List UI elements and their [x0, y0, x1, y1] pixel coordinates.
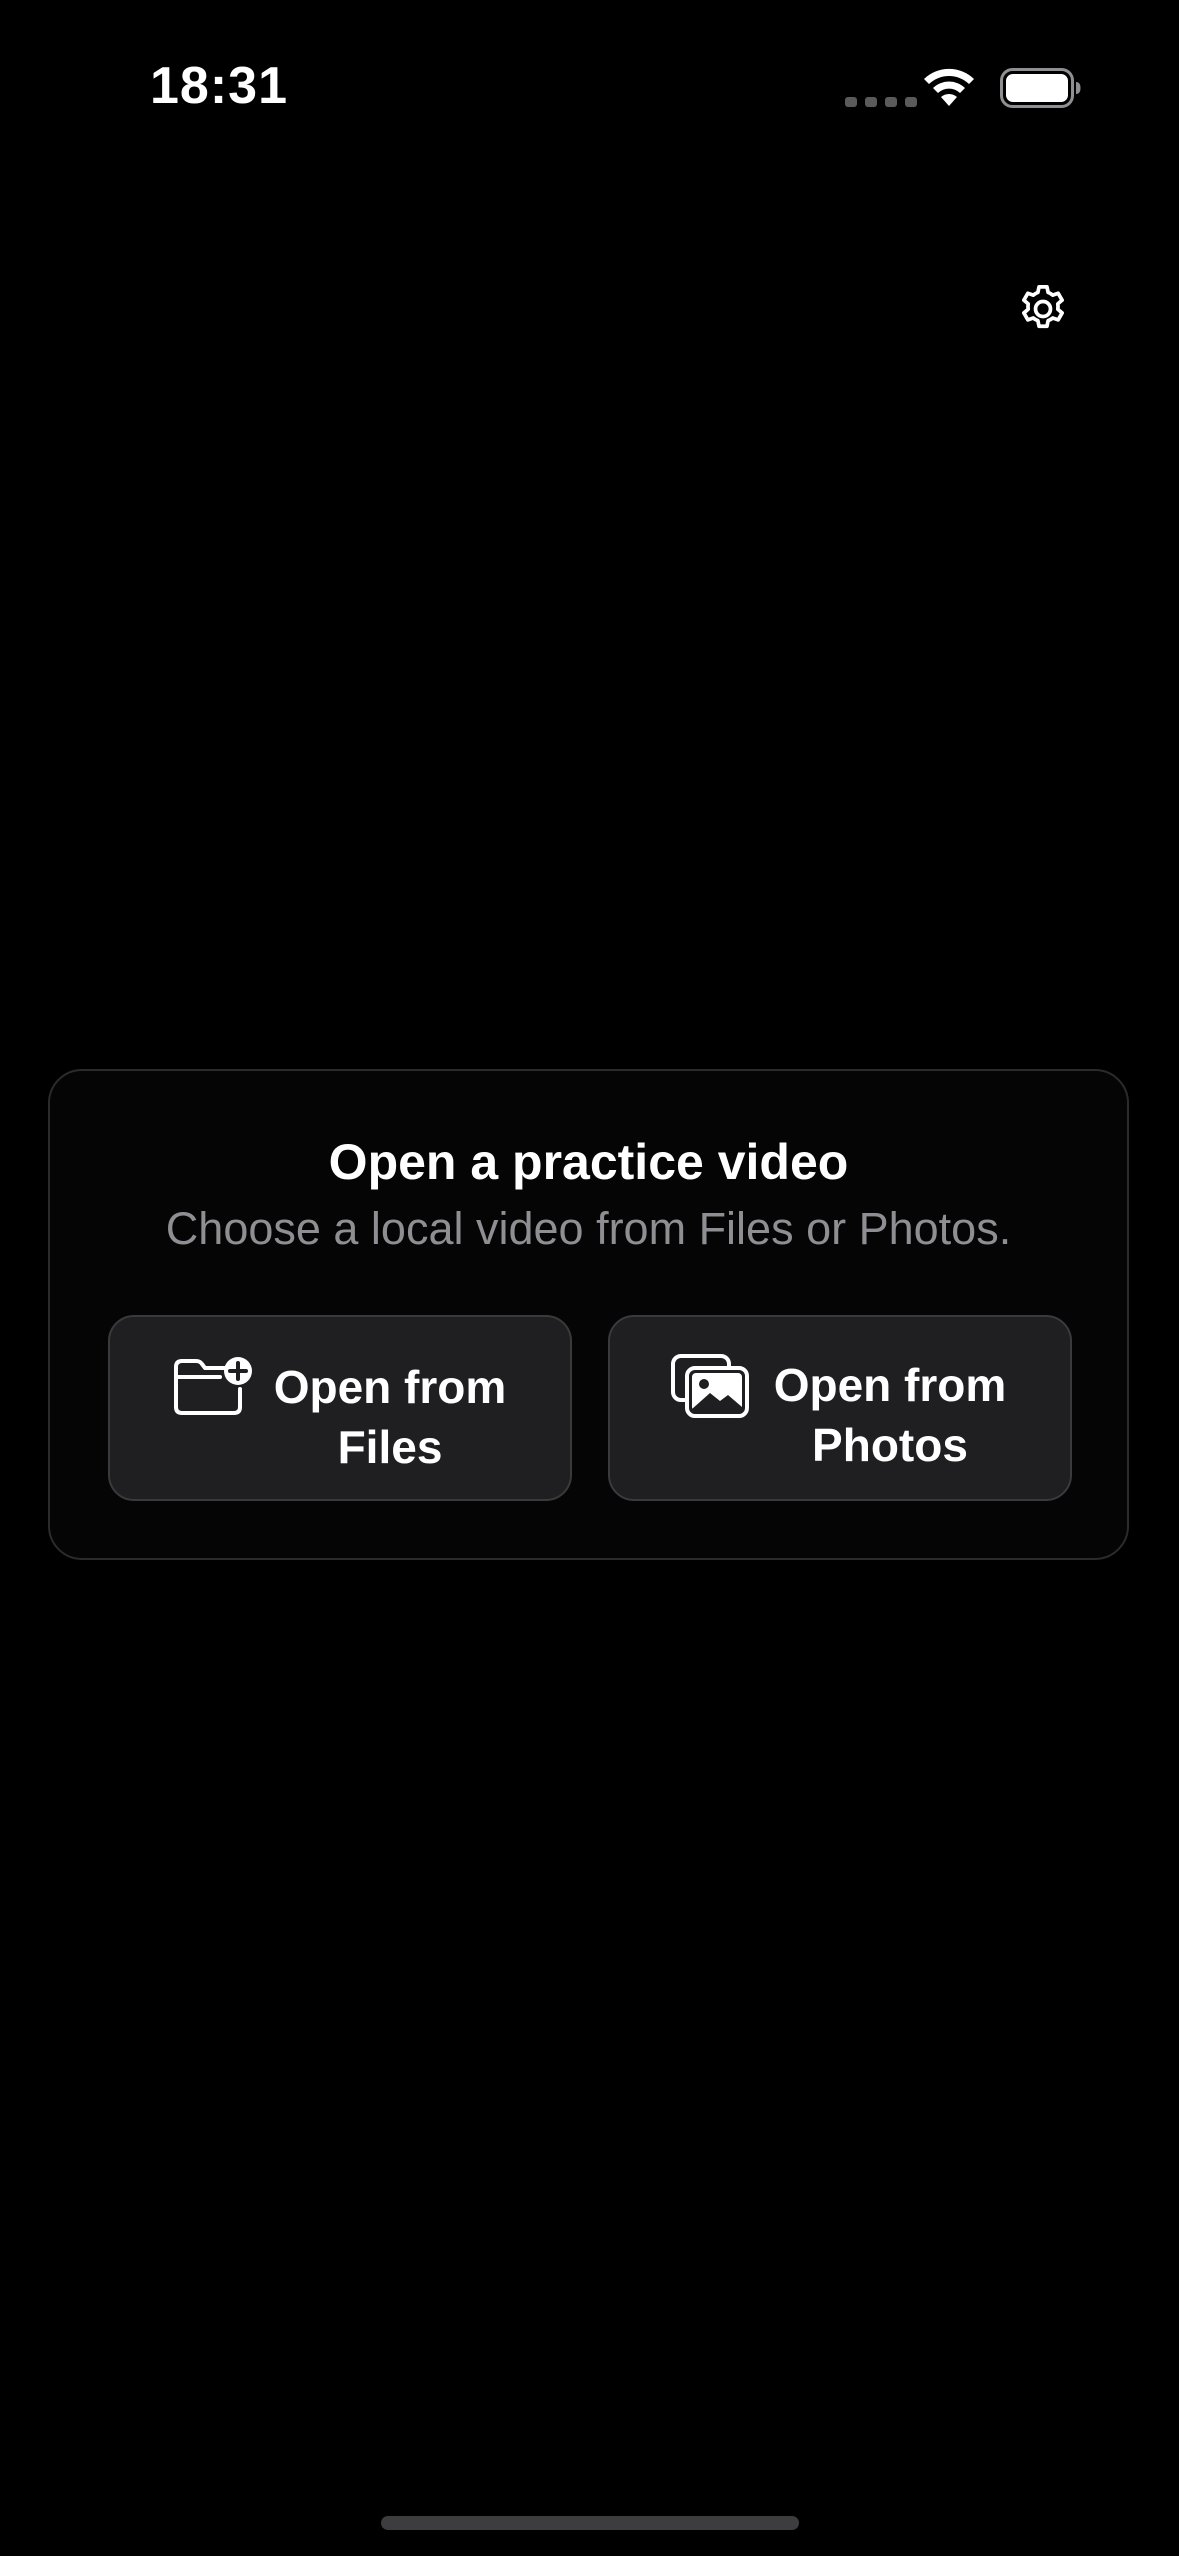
photo-stack-icon: [671, 1354, 749, 1418]
folder-plus-icon: [174, 1357, 252, 1415]
card-title: Open a practice video: [328, 1134, 849, 1190]
settings-button[interactable]: [1010, 276, 1076, 342]
home-indicator[interactable]: [381, 2516, 799, 2530]
open-from-files-button[interactable]: Open from Files: [108, 1315, 572, 1501]
battery-icon: [1000, 68, 1081, 108]
open-from-files-label: Open from Files: [273, 1361, 507, 1473]
open-from-photos-label: Open from Photos: [773, 1359, 1007, 1471]
status-bar: 18:31: [0, 0, 1179, 160]
gear-icon: [1022, 284, 1064, 329]
open-video-card: Open a practice video Choose a local vid…: [48, 1069, 1129, 1560]
wifi-icon: [924, 68, 974, 106]
status-time: 18:31: [150, 57, 288, 115]
card-subtitle: Choose a local video from Files or Photo…: [165, 1203, 1012, 1254]
open-from-photos-button[interactable]: Open from Photos: [608, 1315, 1072, 1501]
cellular-dots-icon: [845, 97, 917, 107]
